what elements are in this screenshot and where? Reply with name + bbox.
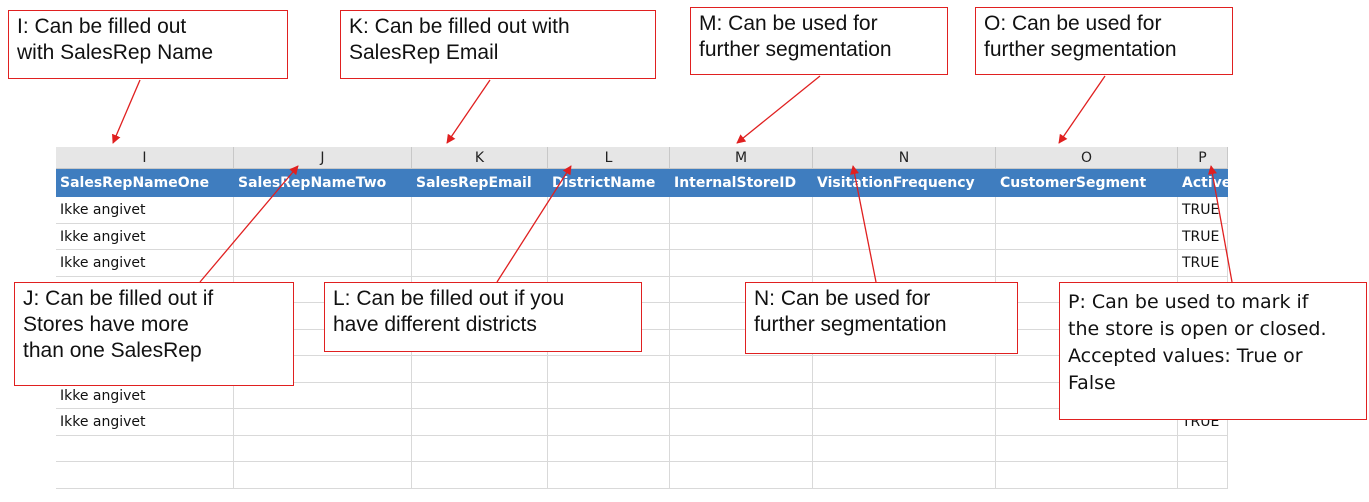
arrow-o (1058, 75, 1106, 144)
callout-p: P: Can be used to mark if the store is o… (1059, 282, 1367, 420)
arrow-p (1207, 165, 1233, 283)
arrow-i (112, 79, 141, 144)
callout-i: I: Can be filled out with SalesRep Name (8, 10, 288, 79)
arrow-n (850, 165, 877, 283)
arrow-k (446, 79, 491, 144)
callout-n: N: Can be used for further segmentation (745, 282, 1018, 354)
callout-j: J: Can be filled out if Stores have more… (14, 282, 294, 386)
arrow-j (199, 165, 299, 283)
callout-l: L: Can be filled out if you have differe… (324, 282, 642, 352)
arrow-l (496, 165, 572, 283)
arrow-m (736, 75, 821, 144)
callout-k: K: Can be filled out with SalesRep Email (340, 10, 656, 79)
callout-o: O: Can be used for further segmentation (975, 7, 1233, 75)
callout-m: M: Can be used for further segmentation (690, 7, 948, 75)
